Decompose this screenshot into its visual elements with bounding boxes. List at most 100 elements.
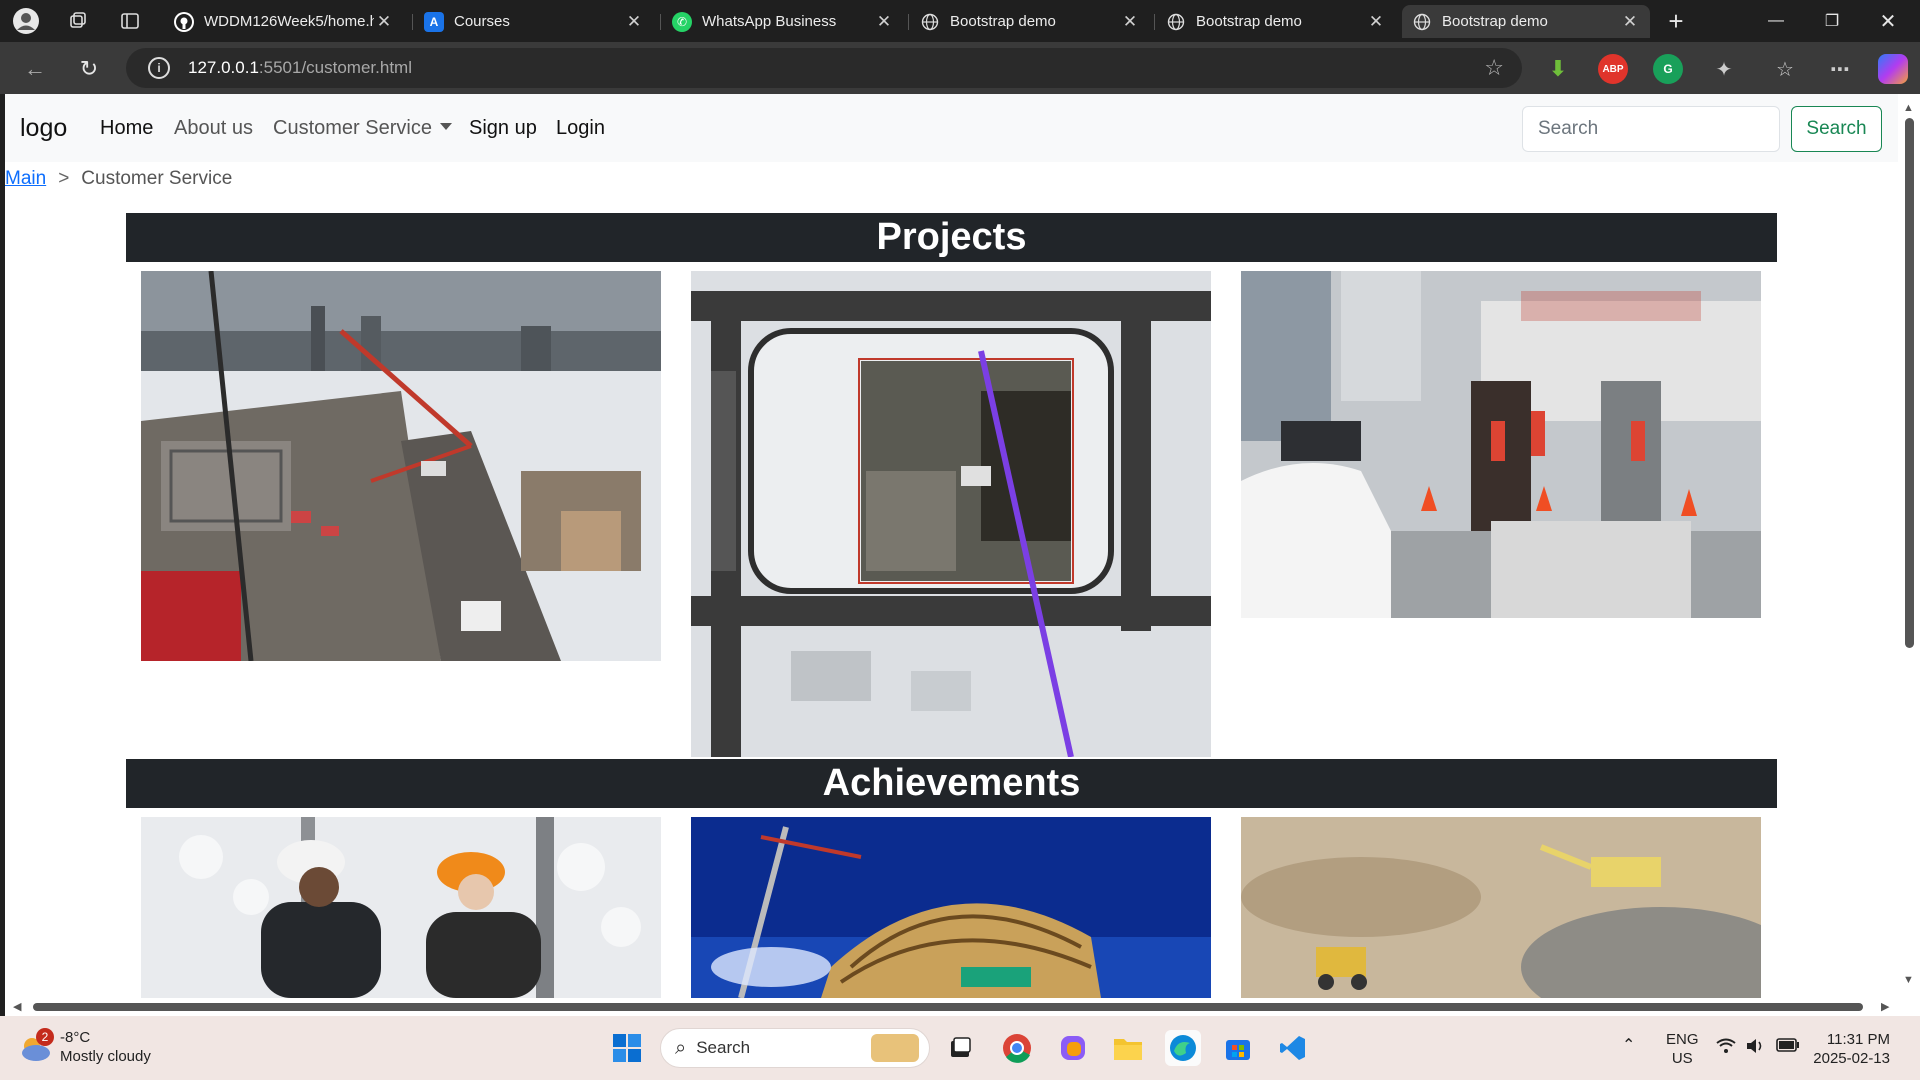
vscode-icon[interactable]	[1275, 1030, 1311, 1066]
close-tab-icon[interactable]: ✕	[1620, 12, 1640, 32]
globe-icon	[1412, 12, 1432, 32]
tab-title: Courses	[454, 13, 510, 30]
windows-start-icon[interactable]	[609, 1030, 645, 1066]
search-button[interactable]: Search	[1791, 106, 1882, 152]
breadcrumb-current: Customer Service	[81, 168, 233, 189]
brand-logo[interactable]: logo	[20, 114, 67, 143]
new-tab-icon[interactable]: +	[1660, 5, 1692, 37]
address-bar[interactable]: i 127.0.0.1:5501/customer.html ☆	[126, 48, 1522, 88]
page-viewport: logo Home About us Customer Service Sign…	[5, 94, 1898, 998]
tab-courses[interactable]: A Courses ✕	[414, 5, 654, 38]
extensions-puzzle-icon[interactable]: ✦	[1709, 54, 1739, 84]
restore-icon[interactable]: ❐	[1804, 0, 1860, 42]
copilot-icon[interactable]	[1878, 54, 1908, 84]
achievements-heading: Achievements	[126, 759, 1777, 808]
region: US	[1671, 1050, 1693, 1067]
cloudy-weather-icon: 2	[18, 1028, 54, 1062]
chrome-icon[interactable]	[999, 1030, 1035, 1066]
favorites-icon[interactable]: ☆	[1770, 54, 1800, 84]
favorite-star-icon[interactable]: ☆	[1484, 55, 1504, 81]
globe-icon	[1166, 12, 1186, 32]
whatsapp-icon: ✆	[672, 11, 692, 32]
tab-bootstrap-demo-2[interactable]: Bootstrap demo ✕	[1156, 5, 1396, 38]
breadcrumb-main-link[interactable]: Main	[5, 168, 46, 190]
project-photo-aerial-crane	[691, 271, 1211, 757]
breadcrumb-separator: >	[58, 168, 70, 189]
scroll-right-icon[interactable]: ▶	[1881, 1000, 1889, 1013]
tab-title: Bootstrap demo	[950, 13, 1056, 30]
nav-customer-service-label: Customer Service	[273, 117, 432, 139]
breadcrumb: Main > Customer Service	[5, 168, 232, 190]
close-window-icon[interactable]: ✕	[1860, 0, 1916, 42]
scroll-left-icon[interactable]: ◀	[13, 1000, 21, 1013]
tab-title: Bootstrap demo	[1196, 13, 1302, 30]
taskbar-search[interactable]: ⌕ Search	[660, 1028, 930, 1068]
close-tab-icon[interactable]: ✕	[624, 12, 644, 32]
tab-title: Bootstrap demo	[1442, 13, 1548, 30]
close-tab-icon[interactable]: ✕	[1366, 12, 1386, 32]
copilot-app-icon[interactable]	[1055, 1030, 1091, 1066]
projects-heading: Projects	[126, 213, 1777, 262]
navbar: logo Home About us Customer Service Sign…	[5, 94, 1898, 162]
minimize-icon[interactable]: —	[1748, 0, 1804, 42]
vertical-scroll-thumb[interactable]	[1905, 118, 1914, 648]
battery-icon[interactable]	[1776, 1038, 1800, 1057]
more-menu-icon[interactable]: ⋯	[1825, 54, 1855, 84]
vertical-scrollbar[interactable]: ▲ ▼	[1898, 94, 1920, 998]
windows-taskbar: 2 -8°C Mostly cloudy ⌕ Search ⌃ ENG US 1…	[0, 1016, 1920, 1080]
browser-tab-bar: WDDM126Week5/home.h ✕ A Courses ✕ ✆ What…	[0, 0, 1920, 42]
language-indicator[interactable]: ENG US	[1666, 1030, 1699, 1068]
nav-home[interactable]: Home	[100, 117, 153, 140]
workspaces-icon[interactable]	[62, 5, 94, 37]
close-tab-icon[interactable]: ✕	[874, 12, 894, 32]
download-extension-icon[interactable]: ⬇	[1543, 54, 1573, 84]
close-tab-icon[interactable]: ✕	[374, 12, 394, 32]
edge-icon[interactable]	[1165, 1030, 1201, 1066]
clock-date: 2025-02-13	[1813, 1050, 1890, 1067]
globe-icon	[920, 12, 940, 32]
scroll-down-icon[interactable]: ▼	[1903, 974, 1914, 986]
vertical-tabs-icon[interactable]	[114, 5, 146, 37]
achievement-photo-excavator	[1241, 817, 1761, 998]
nav-about-us[interactable]: About us	[174, 117, 253, 140]
temperature: -8°C	[60, 1029, 91, 1046]
clock-time: 11:31 PM	[1826, 1031, 1890, 1048]
weather-widget[interactable]: 2 -8°C Mostly cloudy	[18, 1028, 151, 1066]
show-hidden-icons[interactable]: ⌃	[1622, 1036, 1635, 1055]
back-icon[interactable]: ←	[18, 52, 52, 86]
scroll-up-icon[interactable]: ▲	[1903, 102, 1914, 114]
microsoft-store-icon[interactable]	[1220, 1030, 1256, 1066]
system-clock[interactable]: 11:31 PM 2025-02-13	[1813, 1030, 1890, 1068]
refresh-icon[interactable]: ↻	[72, 52, 106, 86]
search-input[interactable]	[1522, 106, 1780, 152]
weather-alert-badge: 2	[36, 1028, 54, 1046]
browser-toolbar: ← ↻ i 127.0.0.1:5501/customer.html ☆ ⬇ A…	[0, 42, 1920, 94]
nav-login[interactable]: Login	[556, 117, 605, 140]
project-photo-street-workers	[1241, 271, 1761, 618]
achievement-photo-engineers	[141, 817, 661, 998]
nav-customer-service-dropdown[interactable]: Customer Service	[273, 117, 452, 140]
profile-icon[interactable]	[10, 5, 42, 37]
task-view-icon[interactable]	[942, 1030, 978, 1066]
site-info-icon[interactable]: i	[148, 57, 170, 79]
brightspace-icon: A	[424, 11, 444, 32]
nav-sign-up[interactable]: Sign up	[469, 117, 537, 140]
tab-title: WhatsApp Business	[702, 13, 837, 30]
weather-condition: Mostly cloudy	[60, 1048, 151, 1065]
volume-icon[interactable]	[1745, 1038, 1765, 1059]
file-explorer-icon[interactable]	[1110, 1030, 1146, 1066]
github-icon	[174, 11, 194, 32]
tab-bootstrap-demo-active[interactable]: Bootstrap demo ✕	[1402, 5, 1650, 38]
url-path: :5501/customer.html	[258, 58, 412, 77]
close-tab-icon[interactable]: ✕	[1120, 12, 1140, 32]
tab-whatsapp[interactable]: ✆ WhatsApp Business ✕	[662, 5, 904, 38]
wifi-icon[interactable]	[1716, 1038, 1736, 1059]
adblock-plus-icon[interactable]: ABP	[1598, 54, 1628, 84]
horizontal-scroll-thumb[interactable]	[33, 1003, 1863, 1011]
tab-bootstrap-demo-1[interactable]: Bootstrap demo ✕	[910, 5, 1150, 38]
grammarly-icon[interactable]: G	[1653, 54, 1683, 84]
tab-github[interactable]: WDDM126Week5/home.h ✕	[164, 5, 404, 38]
project-photo-construction-site	[141, 271, 661, 661]
horizontal-scrollbar[interactable]: ◀ ▶	[5, 998, 1898, 1016]
achievement-photo-building-crane	[691, 817, 1211, 998]
